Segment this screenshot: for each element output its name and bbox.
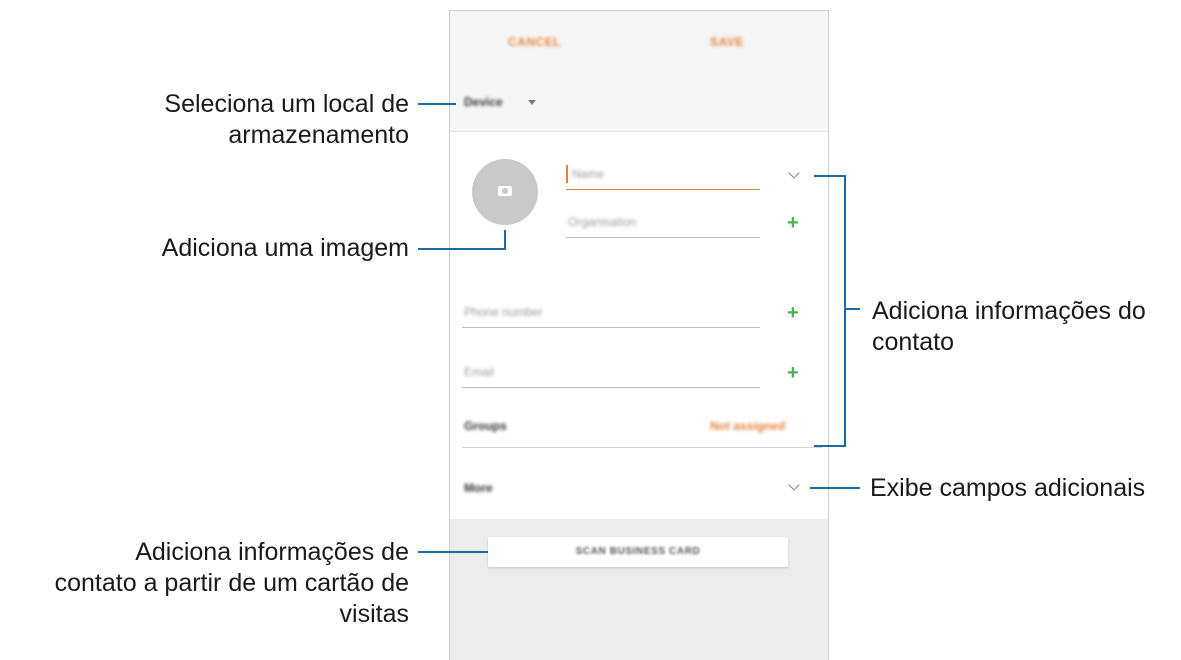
organisation-field[interactable]: Organisation <box>566 211 760 238</box>
storage-location-label: Device <box>464 95 503 109</box>
expand-name-chevron-icon[interactable] <box>788 167 800 179</box>
more-fields-chevron-icon[interactable] <box>788 479 800 491</box>
text-cursor <box>566 165 568 183</box>
groups-label: Groups <box>464 419 507 433</box>
organisation-placeholder: Organisation <box>568 215 637 229</box>
callout-line-image <box>418 248 505 250</box>
scan-business-card-label: SCAN BUSINESS CARD <box>575 546 701 557</box>
more-label[interactable]: More <box>464 481 493 495</box>
phone-number-placeholder: Phone number <box>464 305 543 319</box>
add-phone-plus-icon[interactable]: + <box>787 303 799 323</box>
annotation-contact-info-line1: Adiciona informações do <box>872 297 1146 325</box>
annotation-business-card-line1: Adiciona informações de <box>135 538 409 566</box>
callout-line-storage <box>418 103 456 105</box>
storage-location-selector[interactable]: Device <box>450 73 828 132</box>
camera-icon <box>498 186 512 196</box>
add-organisation-plus-icon[interactable]: + <box>787 213 799 233</box>
add-image-button[interactable] <box>472 159 538 225</box>
add-email-plus-icon[interactable]: + <box>787 363 799 383</box>
callout-bracket-bottom <box>814 445 846 447</box>
callout-line-more <box>810 487 860 489</box>
name-field[interactable]: Name <box>566 163 760 190</box>
callout-bracket-top <box>814 175 846 177</box>
cancel-button[interactable]: CANCEL <box>508 35 561 49</box>
annotation-storage-line2: armazenamento <box>228 121 409 149</box>
email-field[interactable]: Email <box>462 361 760 388</box>
annotation-more-fields: Exibe campos adicionais <box>870 474 1146 502</box>
annotation-business-card-line2: contato a partir de um cartão de <box>54 569 409 597</box>
dropdown-caret-icon <box>528 100 536 105</box>
annotation-contact-info: Adiciona informações do contato <box>872 296 1146 358</box>
save-button[interactable]: SAVE <box>710 35 744 49</box>
groups-value[interactable]: Not assigned <box>710 419 785 433</box>
name-placeholder: Name <box>572 167 605 181</box>
phone-number-field[interactable]: Phone number <box>462 301 760 328</box>
annotation-business-card: Adiciona informações de contato a partir… <box>55 537 409 630</box>
annotation-contact-info-line2: contato <box>872 328 955 356</box>
annotation-image: Adiciona uma imagem <box>161 234 409 262</box>
callout-line-image-vertical <box>504 230 506 250</box>
annotation-storage-line1: Seleciona um local de <box>164 90 409 118</box>
annotation-storage: Seleciona um local de armazenamento <box>164 89 409 151</box>
callout-line-business-card <box>418 551 488 553</box>
callout-bracket-pointer <box>844 308 860 310</box>
scan-business-card-button[interactable]: SCAN BUSINESS CARD <box>488 537 788 567</box>
callout-bracket-vertical <box>844 175 846 447</box>
email-placeholder: Email <box>464 365 495 379</box>
phone-screen: CANCEL SAVE Device Name Organisation + P… <box>449 10 829 660</box>
annotation-business-card-line3: visitas <box>339 600 409 628</box>
divider <box>462 447 822 448</box>
top-action-bar: CANCEL SAVE <box>450 11 828 74</box>
